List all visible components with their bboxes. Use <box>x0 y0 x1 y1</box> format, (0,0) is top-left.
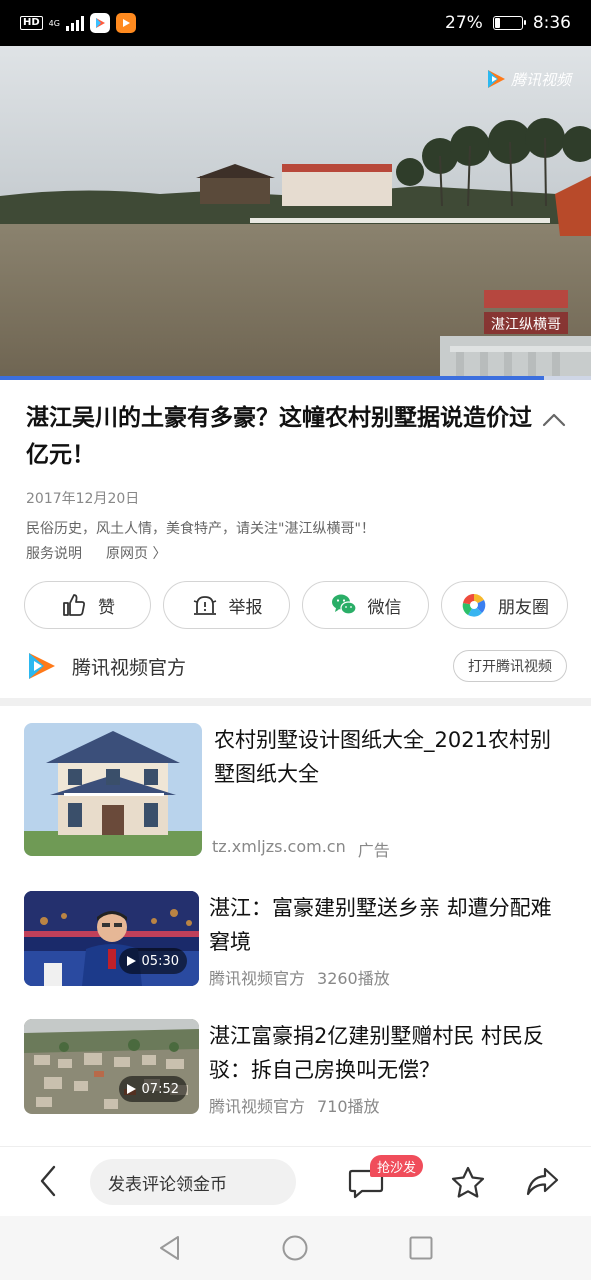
back-arrow-icon[interactable] <box>32 1161 64 1201</box>
play-icon <box>126 1084 136 1094</box>
section-divider <box>0 698 591 706</box>
play-icon <box>126 956 136 966</box>
clock: 8:36 <box>532 13 571 33</box>
list-item[interactable]: 07:52 湛江富豪捐2亿建别墅赠村民 村民反驳：拆自己房换叫无偿？ 腾讯视频官… <box>24 1019 567 1117</box>
ad-domain: tz.xmljzs.com.cn <box>212 837 346 856</box>
item-title: 湛江富豪捐2亿建别墅赠村民 村民反驳：拆自己房换叫无偿？ <box>209 1024 545 1082</box>
list-item[interactable]: 05:30 湛江：富豪建别墅送乡亲 却遭分配难窘境 腾讯视频官方 3260播放 <box>24 891 567 989</box>
report-icon <box>193 596 216 615</box>
service-info-link[interactable]: 服务说明 <box>26 543 82 563</box>
like-button[interactable]: 赞 <box>24 581 151 629</box>
ad-thumbnail <box>24 723 202 856</box>
nav-back-icon[interactable] <box>156 1234 184 1262</box>
report-button[interactable]: 举报 <box>163 581 290 629</box>
article-title: 湛江吴川的土豪有多豪？这幢农村别墅据说造价过亿元！ <box>26 405 532 468</box>
video-player[interactable]: 腾讯视频 湛江纵横哥 <box>0 46 591 378</box>
video-duration: 05:30 <box>118 948 187 974</box>
original-page-link[interactable]: 原网页 〉 <box>106 543 166 563</box>
status-bar: HD 4G 27% 8:36 <box>0 0 591 46</box>
comment-input[interactable]: 发表评论领金币 <box>90 1159 296 1205</box>
battery-icon <box>492 16 526 30</box>
source-name[interactable]: 腾讯视频官方 <box>72 653 186 680</box>
moments-share-button[interactable]: 朋友圈 <box>441 581 568 629</box>
share-icon[interactable] <box>524 1165 560 1199</box>
list-item[interactable]: 农村别墅设计图纸大全_2021农村别墅图纸大全 tz.xmljzs.com.cn… <box>24 723 567 860</box>
video-progress-fill <box>0 376 544 380</box>
item-source: 腾讯视频官方 <box>209 1097 306 1116</box>
network-indicator: 4G <box>48 18 60 28</box>
article-description: 民俗历史，风土人情，美食特产，请关注"湛江纵横哥"！ <box>26 521 375 537</box>
wechat-icon <box>331 594 357 615</box>
tencent-video-logo-icon <box>29 653 55 679</box>
video-app-icon <box>115 13 136 33</box>
thumbs-up-icon <box>63 594 85 616</box>
tencent-video-watermark: 腾讯视频 <box>485 68 571 90</box>
wechat-share-button[interactable]: 微信 <box>302 581 429 629</box>
item-plays: 3260播放 <box>317 969 390 988</box>
moments-icon <box>462 593 486 617</box>
publish-date: 2017年12月20日 <box>26 491 140 507</box>
source-row: 腾讯视频官方 打开腾讯视频 <box>24 646 567 686</box>
battery-percent: 27% <box>445 13 483 33</box>
item-title: 湛江：富豪建别墅送乡亲 却遭分配难窘境 <box>209 896 552 954</box>
favorite-star-icon[interactable] <box>450 1165 486 1199</box>
item-source: 腾讯视频官方 <box>209 969 306 988</box>
item-plays: 710播放 <box>317 1097 380 1116</box>
sofa-badge[interactable]: 抢沙发 <box>370 1155 424 1177</box>
ad-tag: 广告 <box>357 841 390 860</box>
open-tencent-video-button[interactable]: 打开腾讯视频 <box>453 650 567 682</box>
hd-indicator: HD <box>20 16 43 30</box>
video-progress-bar[interactable] <box>0 376 591 380</box>
bottom-bar: 发表评论领金币 抢沙发 <box>0 1146 591 1216</box>
item-meta: tz.xmljzs.com.cn 广告 <box>212 837 390 861</box>
item-meta: 腾讯视频官方 710播放 <box>209 1093 380 1117</box>
system-navigation-bar <box>0 1216 591 1280</box>
tencent-video-logo-icon <box>487 70 505 88</box>
video-thumbnail: 05:30 <box>24 891 199 986</box>
tencent-video-app-icon <box>89 13 110 33</box>
chevron-up-icon[interactable] <box>540 406 568 434</box>
channel-watermark: 湛江纵横哥 <box>491 317 561 333</box>
video-duration: 07:52 <box>118 1076 187 1102</box>
item-meta: 腾讯视频官方 3260播放 <box>209 965 390 989</box>
nav-home-icon[interactable] <box>281 1234 309 1262</box>
signal-icon <box>65 15 84 31</box>
item-title: 农村别墅设计图纸大全_2021农村别墅图纸大全 <box>214 728 551 786</box>
nav-recents-icon[interactable] <box>407 1234 435 1262</box>
video-thumbnail: 07:52 <box>24 1019 199 1114</box>
